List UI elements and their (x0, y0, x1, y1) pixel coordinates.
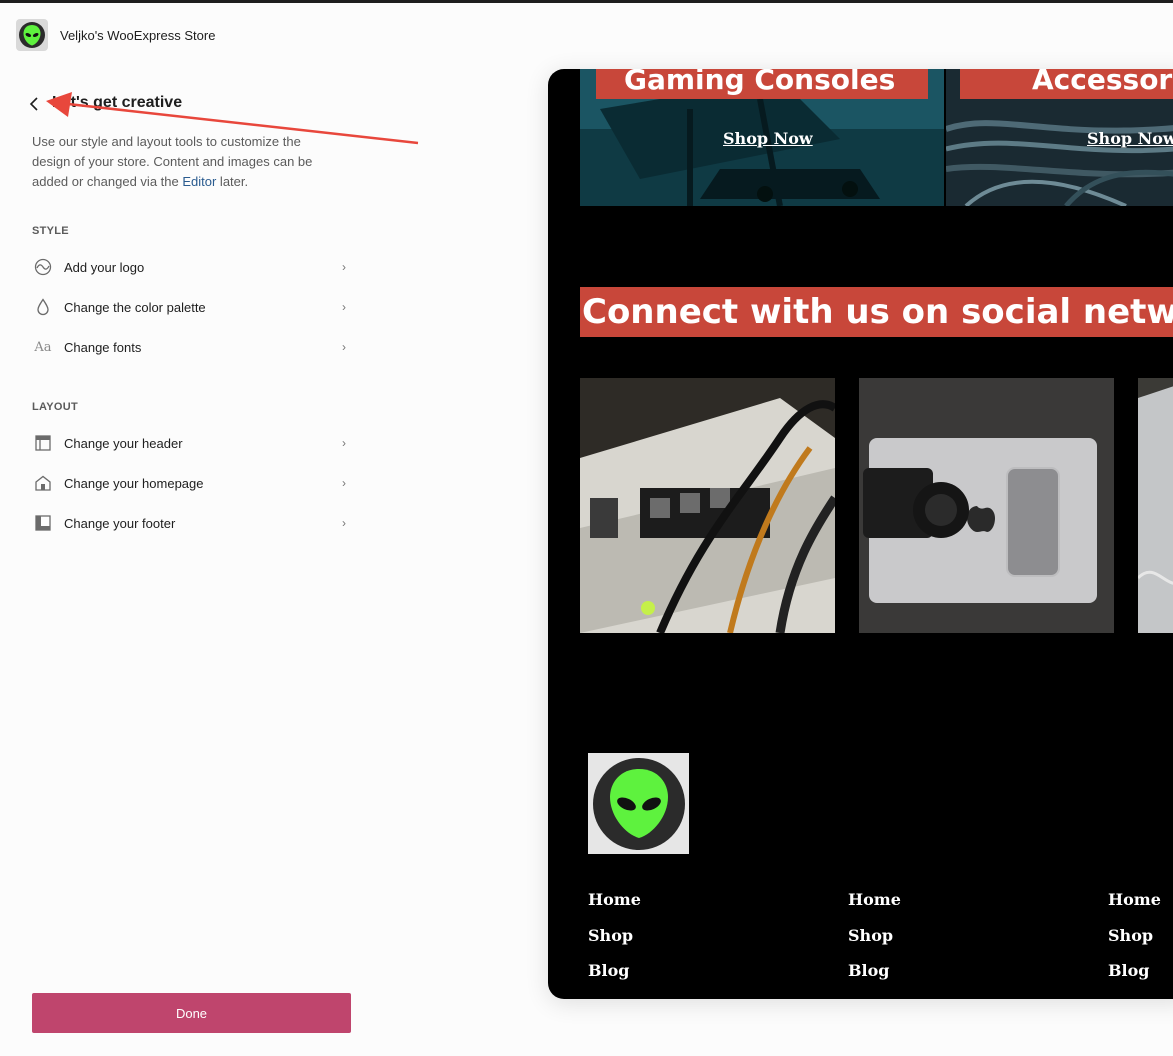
footer-link-blog[interactable]: Blog (588, 956, 641, 992)
style-section-label: STYLE (32, 225, 69, 237)
typography-icon: Aa (34, 339, 52, 355)
editor-link[interactable]: Editor (182, 174, 216, 189)
footer-link-shop[interactable]: Shop (848, 921, 901, 957)
window-top-border (0, 0, 1173, 3)
chevron-right-icon: › (342, 260, 346, 274)
shop-now-link[interactable]: Shop Now (1087, 129, 1173, 148)
store-name[interactable]: Veljko's WooExpress Store (60, 28, 215, 43)
alien-head-icon[interactable] (16, 19, 48, 51)
footer-link-home[interactable]: Home (588, 885, 641, 921)
social-heading: Connect with us on social networks (580, 287, 1173, 337)
back-button[interactable] (24, 92, 44, 116)
network-switch-photo[interactable] (580, 378, 835, 633)
change-homepage-item[interactable]: Change your homepage › (32, 465, 352, 501)
footer-logo[interactable] (588, 753, 689, 854)
store-header: Veljko's WooExpress Store (16, 19, 215, 51)
shop-now-link[interactable]: Shop Now (723, 129, 813, 148)
footer-nav-column: Home Shop Blog (1108, 885, 1161, 992)
chevron-right-icon: › (342, 300, 346, 314)
promo-accessories[interactable]: Accessories Shop Now (946, 69, 1173, 206)
add-logo-item[interactable]: Add your logo › (32, 249, 352, 285)
footer-link-home[interactable]: Home (1108, 885, 1161, 921)
footer-nav-column: Home Shop Blog (848, 885, 901, 992)
footer-link-shop[interactable]: Shop (588, 921, 641, 957)
done-button[interactable]: Done (32, 993, 351, 1033)
alien-head-icon (592, 757, 685, 850)
layout-section-label: LAYOUT (32, 401, 79, 413)
chevron-right-icon: › (342, 436, 346, 450)
panel-title: Let's get creative (52, 94, 183, 111)
header-layout-icon (32, 432, 54, 454)
footer-link-home[interactable]: Home (848, 885, 901, 921)
home-icon (32, 472, 54, 494)
chevron-left-icon (29, 97, 38, 111)
laptop-cables-photo[interactable] (1138, 378, 1173, 633)
promo-gaming-consoles[interactable]: Gaming Consoles Shop Now (580, 69, 944, 206)
panel-description: Use our style and layout tools to custom… (32, 134, 313, 189)
change-header-item[interactable]: Change your header › (32, 425, 352, 461)
footer-link-blog[interactable]: Blog (1108, 956, 1161, 992)
logo-icon (32, 256, 54, 278)
camera-laptop-photo[interactable] (859, 378, 1114, 633)
chevron-right-icon: › (342, 516, 346, 530)
footer-link-blog[interactable]: Blog (848, 956, 901, 992)
droplet-icon (32, 296, 54, 318)
promo-title: Gaming Consoles (596, 69, 928, 99)
footer-link-shop[interactable]: Shop (1108, 921, 1161, 957)
footer-nav-column: Home Shop Blog (588, 885, 641, 992)
footer-layout-icon (32, 512, 54, 534)
chevron-right-icon: › (342, 340, 346, 354)
promo-title: Accessories (960, 69, 1173, 99)
change-fonts-item[interactable]: Aa Change fonts › (32, 329, 352, 365)
change-color-palette-item[interactable]: Change the color palette › (32, 289, 352, 325)
chevron-right-icon: › (342, 476, 346, 490)
change-footer-item[interactable]: Change your footer › (32, 505, 352, 541)
site-preview[interactable]: Gaming Consoles Shop Now Accessories Sho… (548, 69, 1173, 999)
customize-sidebar: Let's get creative Use our style and lay… (0, 60, 380, 1056)
